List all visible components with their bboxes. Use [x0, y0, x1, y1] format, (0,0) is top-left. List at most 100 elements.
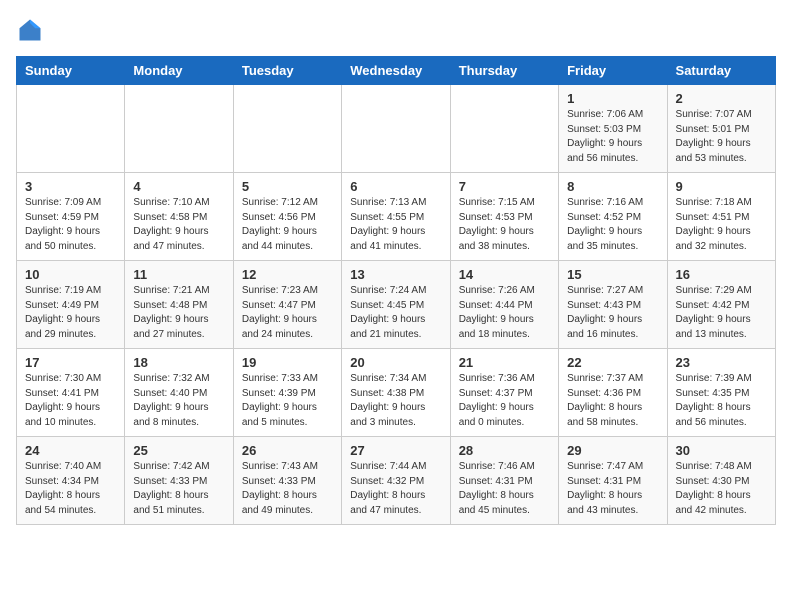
day-number: 23 — [676, 355, 767, 370]
day-number: 25 — [133, 443, 224, 458]
day-info: Sunrise: 7:16 AM Sunset: 4:52 PM Dayligh… — [567, 196, 658, 254]
day-info: Sunrise: 7:48 AM Sunset: 4:30 PM Dayligh… — [676, 460, 767, 518]
day-info: Sunrise: 7:18 AM Sunset: 4:51 PM Dayligh… — [676, 196, 767, 254]
day-info: Sunrise: 7:06 AM Sunset: 5:03 PM Dayligh… — [567, 108, 658, 166]
header — [16, 16, 776, 44]
calendar-cell: 4Sunrise: 7:10 AM Sunset: 4:58 PM Daylig… — [125, 173, 233, 261]
day-number: 14 — [459, 267, 550, 282]
weekday-header-friday: Friday — [559, 57, 667, 85]
day-info: Sunrise: 7:26 AM Sunset: 4:44 PM Dayligh… — [459, 284, 550, 342]
weekday-header-monday: Monday — [125, 57, 233, 85]
calendar-cell — [450, 85, 558, 173]
day-info: Sunrise: 7:40 AM Sunset: 4:34 PM Dayligh… — [25, 460, 116, 518]
day-number: 16 — [676, 267, 767, 282]
calendar-cell: 27 Sunrise: 7:44 AM Sunset: 4:32 PM Dayli… — [342, 437, 450, 525]
calendar-cell: 15 Sunrise: 7:27 AM Sunset: 4:43 PM Dayli… — [559, 261, 667, 349]
day-number: 8 — [567, 179, 658, 194]
calendar-cell — [342, 85, 450, 173]
day-number: 17 — [25, 355, 116, 370]
day-number: 11 — [133, 267, 224, 282]
day-number: 20 — [350, 355, 441, 370]
day-number: 27 — [350, 443, 441, 458]
day-number: 3 — [25, 179, 116, 194]
calendar-table: SundayMondayTuesdayWednesdayThursdayFrid… — [16, 56, 776, 525]
calendar-cell: 28 Sunrise: 7:46 AM Sunset: 4:31 PM Dayli… — [450, 437, 558, 525]
logo-icon — [16, 16, 44, 44]
calendar-cell: 24 Sunrise: 7:40 AM Sunset: 4:34 PM Dayli… — [17, 437, 125, 525]
day-info: Sunrise: 7:29 AM Sunset: 4:42 PM Dayligh… — [676, 284, 767, 342]
weekday-header-tuesday: Tuesday — [233, 57, 341, 85]
day-number: 15 — [567, 267, 658, 282]
calendar-cell — [17, 85, 125, 173]
day-info: Sunrise: 7:07 AM Sunset: 5:01 PM Dayligh… — [676, 108, 767, 166]
logo — [16, 16, 48, 44]
day-number: 30 — [676, 443, 767, 458]
calendar-cell: 1 Sunrise: 7:06 AM Sunset: 5:03 PM Daylig… — [559, 85, 667, 173]
day-info: Sunrise: 7:42 AM Sunset: 4:33 PM Dayligh… — [133, 460, 224, 518]
calendar-cell: 5 Sunrise: 7:12 AM Sunset: 4:56 PM Daylig… — [233, 173, 341, 261]
calendar-cell: 20 Sunrise: 7:34 AM Sunset: 4:38 PM Dayli… — [342, 349, 450, 437]
day-info: Sunrise: 7:19 AM Sunset: 4:49 PM Dayligh… — [25, 284, 116, 342]
weekday-header-saturday: Saturday — [667, 57, 775, 85]
calendar-week-row: 10 Sunrise: 7:19 AM Sunset: 4:49 PM Dayli… — [17, 261, 776, 349]
calendar-cell: 9 Sunrise: 7:18 AM Sunset: 4:51 PM Daylig… — [667, 173, 775, 261]
calendar-week-row: 1 Sunrise: 7:06 AM Sunset: 5:03 PM Daylig… — [17, 85, 776, 173]
day-number: 7 — [459, 179, 550, 194]
day-number: 28 — [459, 443, 550, 458]
calendar-cell: 25 Sunrise: 7:42 AM Sunset: 4:33 PM Dayli… — [125, 437, 233, 525]
day-number: 5 — [242, 179, 333, 194]
day-number: 10 — [25, 267, 116, 282]
calendar-cell: 22Sunrise: 7:37 AM Sunset: 4:36 PM Dayli… — [559, 349, 667, 437]
weekday-header-sunday: Sunday — [17, 57, 125, 85]
day-info: Sunrise: 7:37 AM Sunset: 4:36 PM Dayligh… — [567, 372, 658, 430]
day-info: Sunrise: 7:23 AM Sunset: 4:47 PM Dayligh… — [242, 284, 333, 342]
day-info: Sunrise: 7:32 AM Sunset: 4:40 PM Dayligh… — [133, 372, 224, 430]
day-info: Sunrise: 7:21 AM Sunset: 4:48 PM Dayligh… — [133, 284, 224, 342]
day-number: 9 — [676, 179, 767, 194]
calendar-cell: 10 Sunrise: 7:19 AM Sunset: 4:49 PM Dayli… — [17, 261, 125, 349]
calendar-cell: 11 Sunrise: 7:21 AM Sunset: 4:48 PM Dayli… — [125, 261, 233, 349]
calendar-cell — [125, 85, 233, 173]
calendar-week-row: 24 Sunrise: 7:40 AM Sunset: 4:34 PM Dayli… — [17, 437, 776, 525]
day-number: 12 — [242, 267, 333, 282]
day-info: Sunrise: 7:30 AM Sunset: 4:41 PM Dayligh… — [25, 372, 116, 430]
day-number: 13 — [350, 267, 441, 282]
calendar-cell: 17 Sunrise: 7:30 AM Sunset: 4:41 PM Dayli… — [17, 349, 125, 437]
calendar-cell: 21 Sunrise: 7:36 AM Sunset: 4:37 PM Dayli… — [450, 349, 558, 437]
calendar-cell: 23 Sunrise: 7:39 AM Sunset: 4:35 PM Dayli… — [667, 349, 775, 437]
day-info: Sunrise: 7:34 AM Sunset: 4:38 PM Dayligh… — [350, 372, 441, 430]
day-info: Sunrise: 7:36 AM Sunset: 4:37 PM Dayligh… — [459, 372, 550, 430]
day-number: 4 — [133, 179, 224, 194]
day-number: 19 — [242, 355, 333, 370]
calendar-cell — [233, 85, 341, 173]
calendar-cell: 26Sunrise: 7:43 AM Sunset: 4:33 PM Dayli… — [233, 437, 341, 525]
calendar-cell: 3 Sunrise: 7:09 AM Sunset: 4:59 PM Daylig… — [17, 173, 125, 261]
day-info: Sunrise: 7:12 AM Sunset: 4:56 PM Dayligh… — [242, 196, 333, 254]
day-number: 29 — [567, 443, 658, 458]
day-info: Sunrise: 7:27 AM Sunset: 4:43 PM Dayligh… — [567, 284, 658, 342]
calendar-header-row: SundayMondayTuesdayWednesdayThursdayFrid… — [17, 57, 776, 85]
calendar-cell: 8 Sunrise: 7:16 AM Sunset: 4:52 PM Daylig… — [559, 173, 667, 261]
calendar-cell: 2Sunrise: 7:07 AM Sunset: 5:01 PM Daylig… — [667, 85, 775, 173]
weekday-header-thursday: Thursday — [450, 57, 558, 85]
calendar-cell: 6Sunrise: 7:13 AM Sunset: 4:55 PM Daylig… — [342, 173, 450, 261]
day-info: Sunrise: 7:39 AM Sunset: 4:35 PM Dayligh… — [676, 372, 767, 430]
day-info: Sunrise: 7:43 AM Sunset: 4:33 PM Dayligh… — [242, 460, 333, 518]
day-info: Sunrise: 7:15 AM Sunset: 4:53 PM Dayligh… — [459, 196, 550, 254]
day-info: Sunrise: 7:09 AM Sunset: 4:59 PM Dayligh… — [25, 196, 116, 254]
calendar-week-row: 3 Sunrise: 7:09 AM Sunset: 4:59 PM Daylig… — [17, 173, 776, 261]
day-info: Sunrise: 7:44 AM Sunset: 4:32 PM Dayligh… — [350, 460, 441, 518]
day-info: Sunrise: 7:13 AM Sunset: 4:55 PM Dayligh… — [350, 196, 441, 254]
day-info: Sunrise: 7:46 AM Sunset: 4:31 PM Dayligh… — [459, 460, 550, 518]
day-number: 21 — [459, 355, 550, 370]
weekday-header-wednesday: Wednesday — [342, 57, 450, 85]
calendar-cell: 7 Sunrise: 7:15 AM Sunset: 4:53 PM Daylig… — [450, 173, 558, 261]
calendar-week-row: 17 Sunrise: 7:30 AM Sunset: 4:41 PM Dayli… — [17, 349, 776, 437]
calendar-cell: 13Sunrise: 7:24 AM Sunset: 4:45 PM Dayli… — [342, 261, 450, 349]
day-number: 24 — [25, 443, 116, 458]
day-info: Sunrise: 7:47 AM Sunset: 4:31 PM Dayligh… — [567, 460, 658, 518]
day-info: Sunrise: 7:33 AM Sunset: 4:39 PM Dayligh… — [242, 372, 333, 430]
calendar-cell: 16 Sunrise: 7:29 AM Sunset: 4:42 PM Dayli… — [667, 261, 775, 349]
day-number: 1 — [567, 91, 658, 106]
calendar-cell: 12 Sunrise: 7:23 AM Sunset: 4:47 PM Dayli… — [233, 261, 341, 349]
